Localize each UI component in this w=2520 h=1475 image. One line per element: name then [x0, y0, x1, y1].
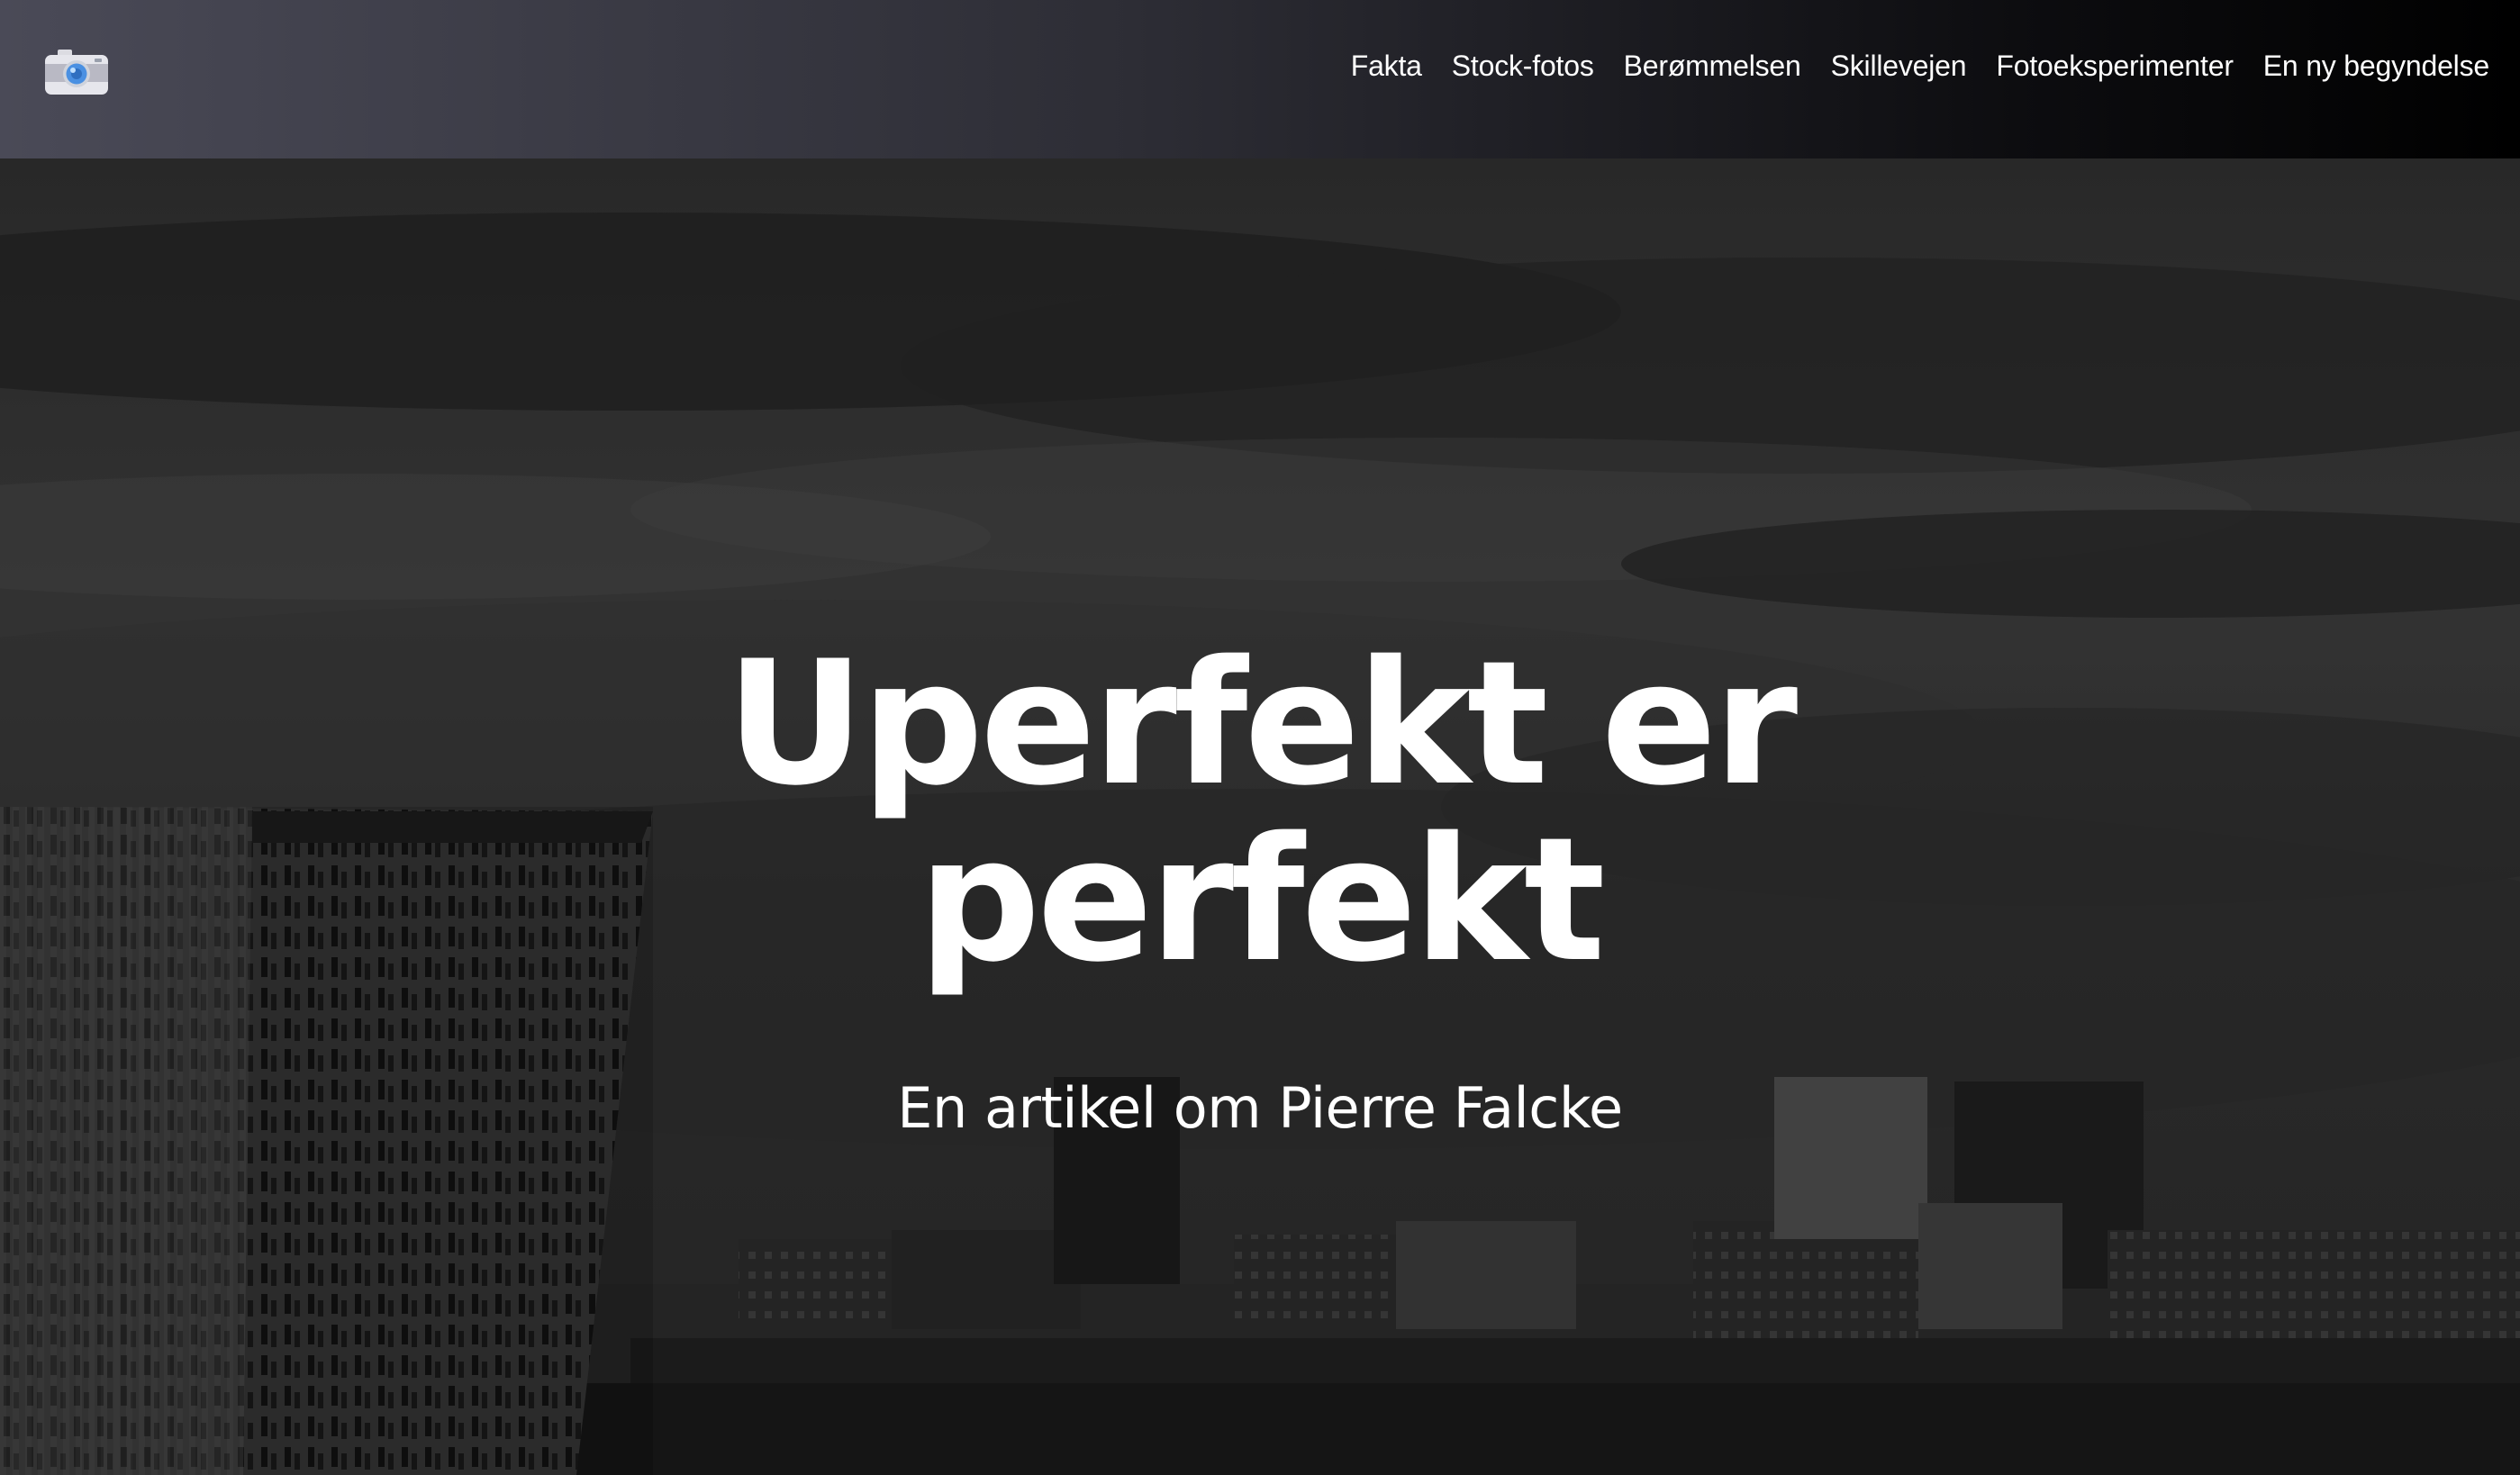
- hero-title: Uperfekt er perfekt: [0, 636, 2520, 989]
- nav-item-fakta[interactable]: Fakta: [1351, 45, 1422, 86]
- nav-item-skillevejen[interactable]: Skillevejen: [1831, 45, 1967, 86]
- camera-icon[interactable]: [45, 50, 108, 96]
- nav-item-beroemmelsen[interactable]: Berømmelsen: [1624, 45, 1801, 86]
- hero-section: Uperfekt er perfekt En artikel om Pierre…: [0, 158, 2520, 1475]
- hero-subtitle: En artikel om Pierre Falcke: [897, 1075, 1623, 1141]
- hero-title-line-1: Uperfekt er: [725, 624, 1798, 823]
- hero-title-line-2: perfekt: [918, 801, 1605, 1000]
- nav-item-stock-fotos[interactable]: Stock-fotos: [1452, 45, 1594, 86]
- nav-item-fotoeksperimenter[interactable]: Fotoeksperimenter: [1996, 45, 2234, 86]
- site-header: Fakta Stock-fotos Berømmelsen Skilleveje…: [0, 0, 2520, 158]
- page: Fakta Stock-fotos Berømmelsen Skilleveje…: [0, 0, 2520, 1475]
- main-nav: Fakta Stock-fotos Berømmelsen Skilleveje…: [1351, 45, 2489, 86]
- nav-item-en-ny-begyndelse[interactable]: En ny begyndelse: [2263, 45, 2489, 86]
